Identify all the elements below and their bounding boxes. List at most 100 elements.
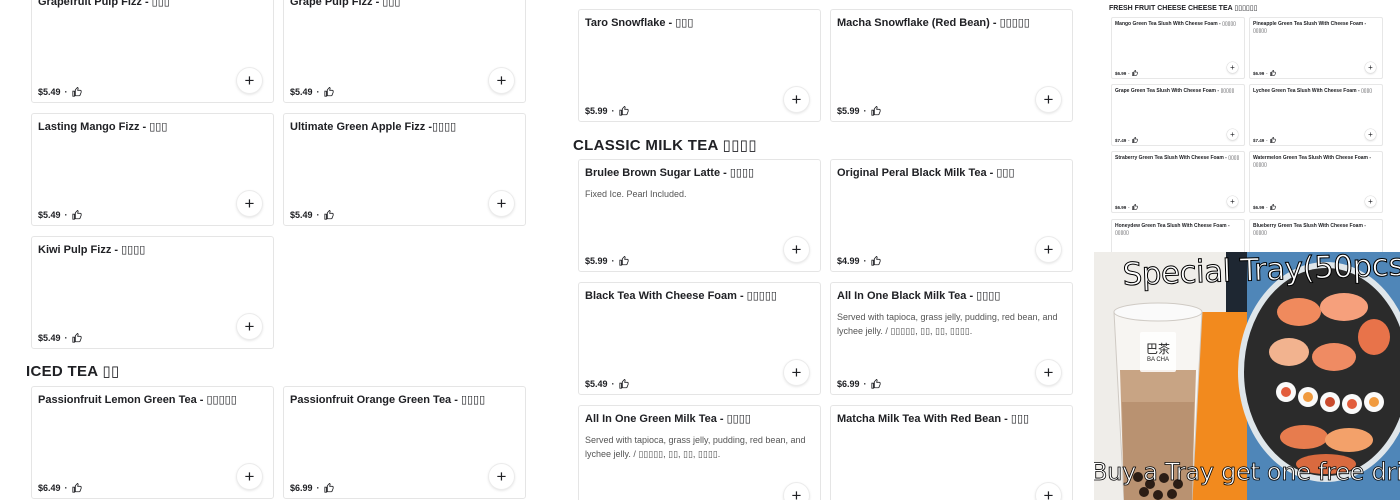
- add-item-button[interactable]: +: [784, 87, 809, 112]
- add-item-button[interactable]: +: [489, 464, 514, 489]
- plus-icon: +: [1230, 129, 1235, 139]
- item-price: $6.99 ·: [1115, 204, 1138, 210]
- section-title-classic-milk-tea: CLASSIC MILK TEA ▯▯▯▯: [573, 137, 757, 154]
- thumbs-up-icon[interactable]: [1131, 204, 1138, 210]
- add-item-button[interactable]: +: [1227, 196, 1238, 207]
- item-title: Taro Snowflake - ▯▯▯: [585, 17, 694, 29]
- menu-item-card[interactable]: Macha Snowflake (Red Bean) - ▯▯▯▯▯ $5.99…: [830, 9, 1073, 122]
- thumbs-up-icon[interactable]: [870, 379, 881, 389]
- add-item-button[interactable]: +: [1365, 62, 1376, 73]
- menu-item-card[interactable]: Matcha Milk Tea With Red Bean - ▯▯▯ +: [830, 405, 1073, 500]
- item-title: Original Peral Black Milk Tea - ▯▯▯: [837, 167, 1015, 179]
- thumbs-up-icon[interactable]: [1269, 70, 1276, 76]
- thumbs-up-icon[interactable]: [71, 210, 82, 220]
- add-item-button[interactable]: +: [489, 68, 514, 93]
- item-title: Macha Snowflake (Red Bean) - ▯▯▯▯▯: [837, 17, 1030, 29]
- menu-item-card[interactable]: Black Tea With Cheese Foam - ▯▯▯▯▯ $5.49…: [578, 282, 821, 395]
- thumbs-up-icon[interactable]: [1131, 70, 1138, 76]
- menu-item-card[interactable]: All In One Black Milk Tea - ▯▯▯▯ Served …: [830, 282, 1073, 395]
- add-item-button[interactable]: +: [1365, 129, 1376, 140]
- mini-menu-item-card[interactable]: Lychee Green Tea Slush With Cheese Foam …: [1249, 84, 1383, 146]
- promo-banner[interactable]: 巴茶 BA CHA Special Tray(50pcs)$35 Buy a T…: [1094, 252, 1400, 500]
- item-title: Blueberry Green Tea Slush With Cheese Fo…: [1253, 223, 1366, 236]
- menu-item-card[interactable]: Passionfruit Orange Green Tea - ▯▯▯▯ $6.…: [283, 386, 526, 499]
- item-price: $5.49 ·: [38, 87, 82, 97]
- thumbs-up-icon[interactable]: [71, 333, 82, 343]
- item-description: Served with tapioca, grass jelly, puddin…: [585, 435, 806, 459]
- menu-item-card[interactable]: Brulee Brown Sugar Latte - ▯▯▯▯ Fixed Ic…: [578, 159, 821, 272]
- item-price: $5.49 ·: [585, 379, 629, 389]
- section-title-iced-tea: ICED TEA ▯▯: [26, 363, 120, 380]
- plus-icon: +: [496, 466, 507, 486]
- add-item-button[interactable]: +: [237, 464, 262, 489]
- item-price: $5.99 ·: [837, 106, 881, 116]
- menu-item-card[interactable]: Original Peral Black Milk Tea - ▯▯▯ $4.9…: [830, 159, 1073, 272]
- item-price: $5.49 ·: [38, 210, 82, 220]
- menu-item-card[interactable]: All In One Green Milk Tea - ▯▯▯▯ Served …: [578, 405, 821, 500]
- add-item-button[interactable]: +: [489, 191, 514, 216]
- menu-item-card[interactable]: Lasting Mango Fizz - ▯▯▯ $5.49 · +: [31, 113, 274, 226]
- item-price: $5.49 ·: [38, 333, 82, 343]
- thumbs-up-icon[interactable]: [71, 483, 82, 493]
- item-price: $6.99 ·: [837, 379, 881, 389]
- item-title: All In One Black Milk Tea - ▯▯▯▯: [837, 290, 1001, 302]
- thumbs-up-icon[interactable]: [1269, 204, 1276, 210]
- mini-menu-item-card[interactable]: Grape Green Tea Slush With Cheese Foam -…: [1111, 84, 1245, 146]
- thumbs-up-icon[interactable]: [618, 106, 629, 116]
- add-item-button[interactable]: +: [237, 68, 262, 93]
- item-price: $7.49 ·: [1115, 137, 1138, 143]
- item-title: All In One Green Milk Tea - ▯▯▯▯: [585, 413, 751, 425]
- menu-item-card[interactable]: Passionfruit Lemon Green Tea - ▯▯▯▯▯ $6.…: [31, 386, 274, 499]
- menu-item-card[interactable]: Grape Pulp Fizz - ▯▯▯ $5.49 · +: [283, 0, 526, 103]
- thumbs-up-icon[interactable]: [618, 256, 629, 266]
- item-price: $6.99 ·: [1253, 204, 1276, 210]
- mini-menu-item-card[interactable]: Straberry Green Tea Slush With Cheese Fo…: [1111, 151, 1245, 213]
- plus-icon: +: [1043, 89, 1054, 109]
- menu-item-card[interactable]: Kiwi Pulp Fizz - ▯▯▯▯ $5.49 · +: [31, 236, 274, 349]
- item-price: $5.49 ·: [290, 87, 334, 97]
- thumbs-up-icon[interactable]: [323, 210, 334, 220]
- plus-icon: +: [1043, 239, 1054, 259]
- item-price: $4.99 ·: [837, 256, 881, 266]
- item-description: Fixed Ice. Pearl Included.: [585, 189, 687, 199]
- item-title: Straberry Green Tea Slush With Cheese Fo…: [1115, 155, 1240, 161]
- cup-logo: 巴茶 BA CHA: [1140, 342, 1176, 363]
- add-item-button[interactable]: +: [784, 483, 809, 500]
- item-title: Grapefruit Pulp Fizz - ▯▯▯: [38, 0, 170, 8]
- add-item-button[interactable]: +: [237, 314, 262, 339]
- add-item-button[interactable]: +: [1036, 87, 1061, 112]
- thumbs-up-icon[interactable]: [323, 87, 334, 97]
- plus-icon: +: [1043, 485, 1054, 500]
- thumbs-up-icon[interactable]: [71, 87, 82, 97]
- add-item-button[interactable]: +: [1036, 237, 1061, 262]
- plus-icon: +: [791, 239, 802, 259]
- add-item-button[interactable]: +: [784, 360, 809, 385]
- thumbs-up-icon[interactable]: [323, 483, 334, 493]
- plus-icon: +: [791, 485, 802, 500]
- thumbs-up-icon[interactable]: [1269, 137, 1276, 143]
- menu-item-card[interactable]: Grapefruit Pulp Fizz - ▯▯▯ $5.49 · +: [31, 0, 274, 103]
- item-title: Lasting Mango Fizz - ▯▯▯: [38, 121, 168, 133]
- add-item-button[interactable]: +: [1365, 196, 1376, 207]
- plus-icon: +: [244, 193, 255, 213]
- mini-menu-item-card[interactable]: Pineapple Green Tea Slush With Cheese Fo…: [1249, 17, 1383, 79]
- item-price: $6.99 ·: [1115, 70, 1138, 76]
- thumbs-up-icon[interactable]: [1131, 137, 1138, 143]
- add-item-button[interactable]: +: [1227, 62, 1238, 73]
- add-item-button[interactable]: +: [1227, 129, 1238, 140]
- thumbs-up-icon[interactable]: [618, 379, 629, 389]
- item-title: Brulee Brown Sugar Latte - ▯▯▯▯: [585, 167, 755, 179]
- mini-menu-item-card[interactable]: Mango Green Tea Slush With Cheese Foam -…: [1111, 17, 1245, 79]
- add-item-button[interactable]: +: [1036, 483, 1061, 500]
- thumbs-up-icon[interactable]: [870, 106, 881, 116]
- thumbs-up-icon[interactable]: [870, 256, 881, 266]
- item-title: Ultimate Green Apple Fizz -▯▯▯▯: [290, 121, 457, 133]
- menu-item-card[interactable]: Ultimate Green Apple Fizz -▯▯▯▯ $5.49 · +: [283, 113, 526, 226]
- menu-item-card[interactable]: Taro Snowflake - ▯▯▯ $5.99 · +: [578, 9, 821, 122]
- mini-menu-item-card[interactable]: Watermelon Green Tea Slush With Cheese F…: [1249, 151, 1383, 213]
- add-item-button[interactable]: +: [237, 191, 262, 216]
- item-title: Lychee Green Tea Slush With Cheese Foam …: [1253, 88, 1373, 94]
- add-item-button[interactable]: +: [784, 237, 809, 262]
- add-item-button[interactable]: +: [1036, 360, 1061, 385]
- plus-icon: +: [1368, 62, 1373, 72]
